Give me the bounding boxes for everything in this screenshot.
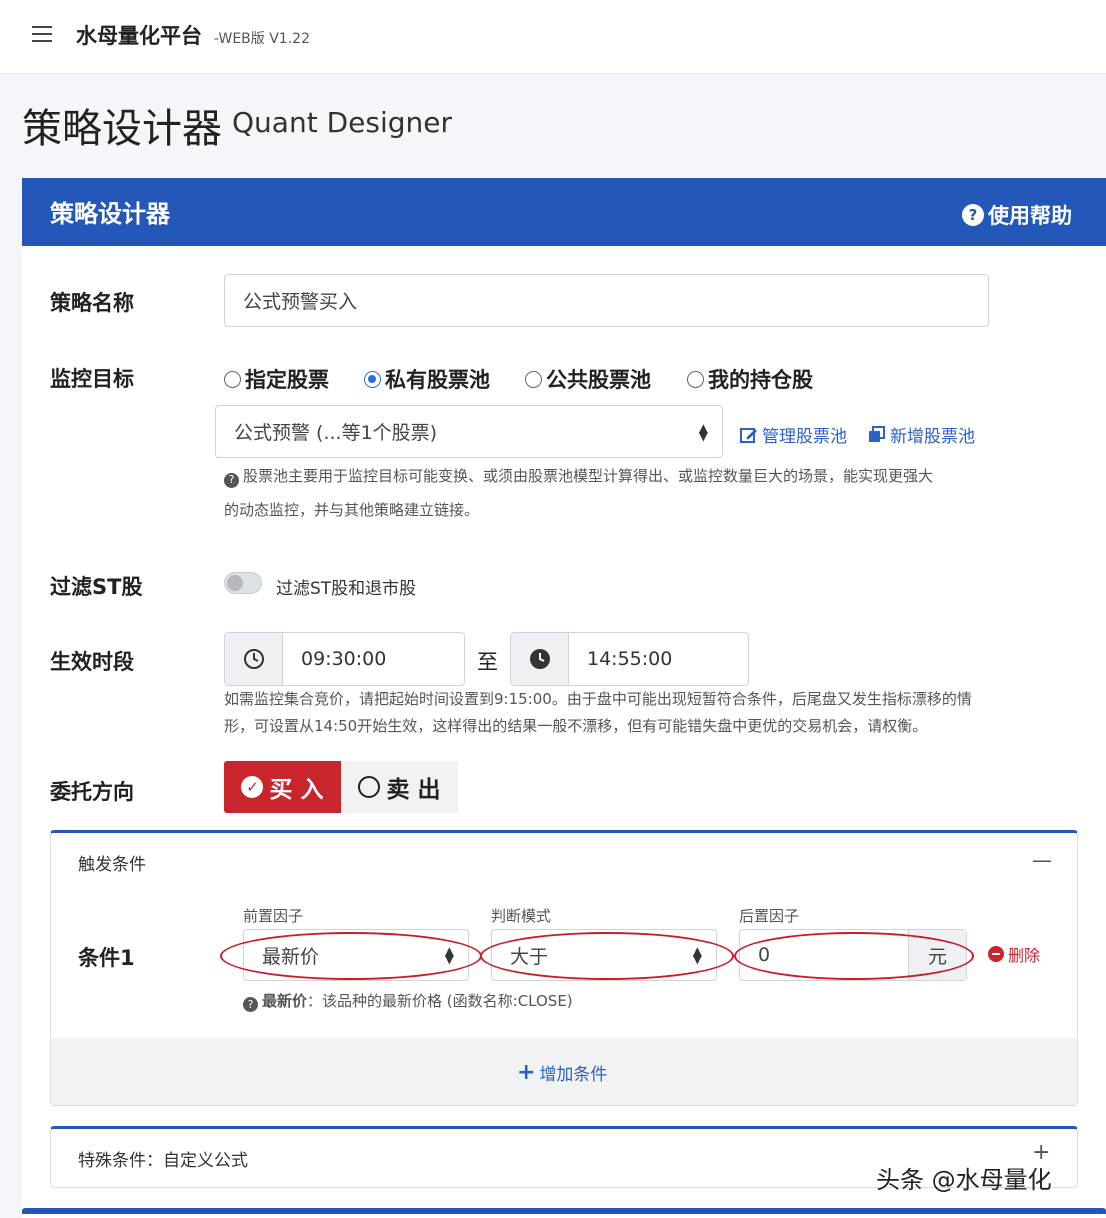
collapse-icon[interactable]: —	[1032, 848, 1052, 872]
filter-st-label: 过滤ST股	[50, 575, 143, 599]
sell-label: 卖 出	[386, 777, 441, 803]
radio-my-holdings[interactable]: 我的持仓股	[687, 364, 813, 394]
effective-period-hint: 如需监控集合竞价，请把起始时间设置到9:15:00。由于盘中可能出现短暂符合条件…	[224, 690, 972, 735]
monitor-target-label: 监控目标	[50, 367, 134, 391]
add-condition-button[interactable]: + 增加条件	[517, 1060, 607, 1085]
radio-label: 指定股票	[245, 368, 329, 392]
minus-circle-icon	[988, 946, 1004, 962]
stock-pool-select-value: 公式预警 (...等1个股票)	[234, 422, 438, 444]
radio-specified-stock[interactable]: 指定股票	[224, 364, 329, 394]
delete-condition-link[interactable]: 删除	[988, 942, 1040, 966]
mode-label: 判断模式	[491, 907, 552, 925]
strategy-name-label: 策略名称	[50, 291, 134, 315]
time-separator: 至	[477, 650, 498, 674]
end-time-value: 14:55:00	[587, 648, 673, 670]
condition-label: 条件1	[78, 946, 135, 970]
radio-label: 我的持仓股	[708, 368, 813, 392]
card-header	[22, 178, 1106, 246]
question-icon: ?	[243, 997, 258, 1012]
end-time-input[interactable]: 14:55:00	[510, 632, 749, 686]
help-label: 使用帮助	[988, 204, 1072, 228]
page-title: 策略设计器	[22, 106, 222, 152]
filter-st-toggle-label: 过滤ST股和退市股	[276, 579, 417, 599]
select-caret-icon: ▲ ▼	[698, 420, 708, 443]
add-pool-link[interactable]: 新增股票池	[868, 422, 975, 447]
filter-st-toggle[interactable]	[224, 572, 262, 594]
plus-icon: +	[517, 1059, 536, 1085]
radio-icon	[687, 370, 704, 388]
radio-label: 公共股票池	[546, 368, 651, 392]
strategy-name-value: 公式预警买入	[243, 291, 358, 313]
next-panel-edge	[22, 1208, 1106, 1214]
question-icon: ?	[224, 472, 239, 488]
radio-private-pool[interactable]: 私有股票池	[364, 364, 490, 394]
buy-label: 买 入	[269, 777, 324, 803]
radio-selected-icon	[364, 370, 381, 388]
pre-factor-label: 前置因子	[243, 907, 304, 925]
delete-label: 删除	[1008, 946, 1041, 965]
trigger-title: 触发条件	[78, 855, 146, 875]
add-pool-label: 新增股票池	[890, 427, 975, 447]
card-title: 策略设计器	[50, 200, 170, 228]
radio-label: 私有股票池	[385, 368, 490, 392]
annotation-ellipse	[480, 932, 734, 980]
buy-button[interactable]: ✓ 买 入	[224, 761, 341, 813]
watermark: 头条 @水母量化	[876, 1166, 1052, 1194]
sell-button[interactable]: 卖 出	[341, 761, 458, 813]
manage-pool-link[interactable]: 管理股票池	[740, 422, 847, 447]
circle-icon	[358, 776, 381, 798]
post-factor-label: 后置因子	[739, 907, 800, 925]
annotation-ellipse	[734, 932, 974, 980]
special-condition-title: 特殊条件：自定义公式	[78, 1151, 248, 1171]
condition-hint: ? 最新价：该品种的最新价格 (函数名称:CLOSE)	[243, 990, 573, 1012]
stock-pool-hint: ? 股票池主要用于监控目标可能变换、或须由股票池模型计算得出、或监控数量巨大的场景…	[224, 467, 934, 519]
strategy-name-input[interactable]: 公式预警买入	[224, 274, 989, 327]
start-time-input[interactable]: 09:30:00	[224, 632, 465, 686]
radio-icon	[525, 370, 542, 388]
app-title: 水母量化平台	[76, 24, 202, 48]
annotation-ellipse	[220, 932, 482, 980]
effective-period-label: 生效时段	[50, 650, 134, 674]
add-condition-label: 增加条件	[539, 1065, 608, 1085]
help-icon: ?	[962, 204, 984, 226]
clone-icon	[869, 425, 885, 442]
radio-icon	[224, 370, 241, 388]
radio-public-pool[interactable]: 公共股票池	[525, 364, 651, 394]
start-time-value: 09:30:00	[301, 648, 387, 670]
direction-label: 委托方向	[50, 780, 134, 804]
menu-icon[interactable]	[32, 24, 54, 44]
app-version: -WEB版 V1.22	[214, 31, 310, 47]
help-button[interactable]: ? 使用帮助	[962, 200, 1072, 230]
check-circle-icon: ✓	[241, 776, 264, 798]
manage-pool-label: 管理股票池	[762, 427, 847, 447]
clock-icon	[225, 633, 283, 685]
clock-filled-icon	[511, 633, 569, 685]
stock-pool-select[interactable]: 公式预警 (...等1个股票) ▲ ▼	[215, 405, 723, 458]
page-title-en: Quant Designer	[232, 106, 452, 139]
edit-icon	[740, 427, 757, 443]
